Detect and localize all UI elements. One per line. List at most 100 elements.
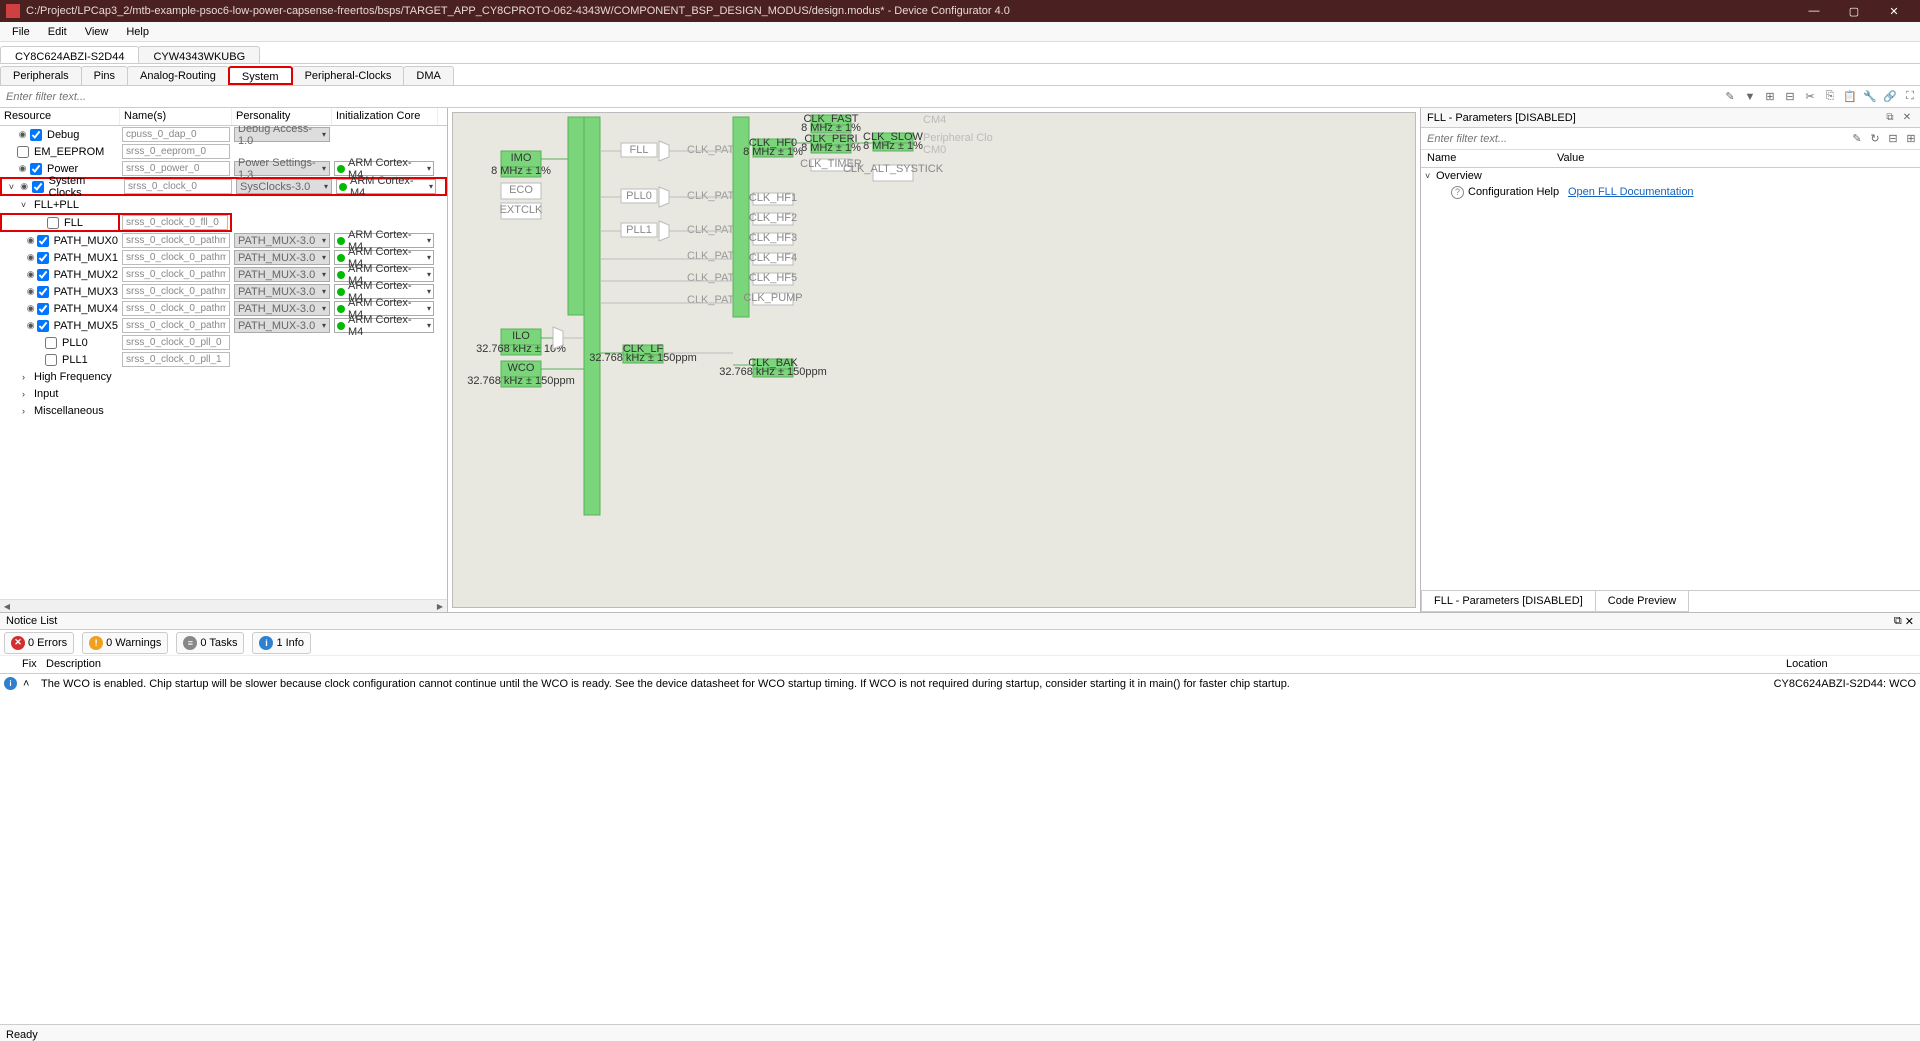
name-input[interactable] [122, 144, 230, 159]
expand-icon[interactable]: ˅ [6, 181, 17, 192]
tree-row-pll0[interactable]: PLL0 [0, 334, 447, 351]
personality-dropdown[interactable]: PATH_MUX-3.0▾ [234, 301, 330, 316]
enable-checkbox[interactable] [37, 252, 49, 264]
tab-peripherals[interactable]: Peripherals [0, 66, 82, 85]
minimize-button[interactable]: — [1794, 0, 1834, 22]
warnings-filter-button[interactable]: !0 Warnings [82, 632, 168, 654]
bottom-tab-params[interactable]: FLL - Parameters [DISABLED] [1421, 591, 1596, 612]
core-dropdown[interactable]: ARM Cortex-M4▾ [334, 318, 434, 333]
fit-icon[interactable]: ⛶ [1901, 88, 1919, 106]
enable-checkbox[interactable] [47, 217, 59, 229]
errors-filter-button[interactable]: ✕0 Errors [4, 632, 74, 654]
scroll-right-arrow[interactable]: ▶ [433, 601, 447, 612]
tree-row-system-clocks[interactable]: ˅◉System ClocksSysClocks-3.0▾ARM Cortex-… [0, 177, 447, 196]
col-personality[interactable]: Personality [232, 108, 332, 125]
paste-icon[interactable]: 📋 [1841, 88, 1859, 106]
filter-funnel-icon[interactable]: ▼ [1741, 88, 1759, 106]
filter-input[interactable] [0, 89, 1720, 105]
menu-file[interactable]: File [4, 24, 38, 40]
expand-icon[interactable] [19, 252, 25, 263]
expand-icon[interactable]: › [18, 388, 29, 399]
pop-out-icon[interactable]: ⧉ [1883, 111, 1897, 125]
notice-body[interactable]: i ˄ The WCO is enabled. Chip startup wil… [0, 674, 1920, 814]
expand-icon[interactable] [19, 269, 25, 280]
enable-checkbox[interactable] [45, 354, 57, 366]
notice-close-icon[interactable]: ✕ [1905, 615, 1914, 628]
tree-row-pll1[interactable]: PLL1 [0, 351, 447, 368]
notice-col-fix[interactable]: Fix [16, 656, 40, 673]
expand-icon[interactable] [32, 354, 43, 365]
tree-row-path-mux5[interactable]: ◉PATH_MUX5PATH_MUX-3.0▾ARM Cortex-M4▾ [0, 317, 447, 334]
name-input[interactable] [122, 250, 230, 265]
expand-icon[interactable]: › [18, 405, 29, 416]
enable-checkbox[interactable] [32, 181, 44, 193]
reset-icon[interactable]: ↻ [1866, 130, 1884, 148]
tree-row-input[interactable]: ›Input [0, 385, 447, 402]
menu-edit[interactable]: Edit [40, 24, 75, 40]
name-input[interactable] [122, 318, 230, 333]
h-scrollbar[interactable]: ◀ ▶ [0, 599, 447, 612]
tab-peripheral-clocks[interactable]: Peripheral-Clocks [292, 66, 405, 85]
tree-row-high-frequency[interactable]: ›High Frequency [0, 368, 447, 385]
tree-row-fll-pll[interactable]: ˅FLL+PLL [0, 196, 447, 213]
core-dropdown[interactable]: ARM Cortex-M4▾ [336, 179, 436, 194]
expand-icon[interactable] [32, 337, 43, 348]
expand-icon[interactable] [34, 217, 45, 228]
name-input[interactable] [122, 301, 230, 316]
name-input[interactable] [122, 127, 230, 142]
close-panel-icon[interactable]: ✕ [1900, 111, 1914, 125]
notice-popout-icon[interactable]: ⧉ [1894, 615, 1902, 628]
notice-col-desc[interactable]: Description [40, 656, 1780, 673]
close-button[interactable]: ✕ [1874, 0, 1914, 22]
clock-diagram[interactable]: IMO8 MHz ± 1% ECO EXTCLK ILO32.768 kHz ±… [452, 112, 1416, 608]
expand-icon[interactable] [19, 286, 25, 297]
expand-all-icon[interactable]: ⊞ [1761, 88, 1779, 106]
cut-icon[interactable]: ✂ [1801, 88, 1819, 106]
param-col-name[interactable]: Name [1421, 150, 1551, 167]
notice-row[interactable]: i ˄ The WCO is enabled. Chip startup wil… [0, 674, 1920, 693]
tree-row-debug[interactable]: ◉DebugDebug Access-1.0▾ [0, 126, 447, 143]
expand-icon[interactable] [19, 235, 25, 246]
personality-dropdown[interactable]: PATH_MUX-3.0▾ [234, 267, 330, 282]
tasks-filter-button[interactable]: ≡0 Tasks [176, 632, 244, 654]
name-input[interactable] [122, 267, 230, 282]
bottom-tab-code[interactable]: Code Preview [1595, 591, 1689, 612]
collapse-param-icon[interactable]: ⊟ [1884, 130, 1902, 148]
config-help-link[interactable]: Open FLL Documentation [1568, 186, 1694, 198]
locate-icon[interactable]: 🔗 [1881, 88, 1899, 106]
tab-pins[interactable]: Pins [81, 66, 128, 85]
expand-icon[interactable]: ˅ [18, 199, 29, 210]
enable-checkbox[interactable] [37, 286, 49, 298]
personality-dropdown[interactable]: PATH_MUX-3.0▾ [234, 318, 330, 333]
expand-param-icon[interactable]: ⊞ [1902, 130, 1920, 148]
parameters-body[interactable]: ˅ Overview ? Configuration Help Open FLL… [1421, 168, 1920, 590]
expand-icon[interactable] [4, 146, 15, 157]
expand-icon[interactable] [19, 320, 25, 331]
collapse-all-icon[interactable]: ⊟ [1781, 88, 1799, 106]
tree-row-miscellaneous[interactable]: ›Miscellaneous [0, 402, 447, 419]
enable-checkbox[interactable] [30, 163, 42, 175]
wrench-icon[interactable]: 🔧 [1861, 88, 1879, 106]
tree-body[interactable]: ◉DebugDebug Access-1.0▾EM_EEPROM◉PowerPo… [0, 126, 447, 599]
device-tab-1[interactable]: CYW4343WKUBG [138, 46, 260, 63]
name-input[interactable] [122, 233, 230, 248]
name-input[interactable] [122, 161, 230, 176]
col-names[interactable]: Name(s) [120, 108, 232, 125]
copy-icon[interactable]: ⎘ [1821, 88, 1839, 106]
personality-dropdown[interactable]: PATH_MUX-3.0▾ [234, 250, 330, 265]
menu-view[interactable]: View [77, 24, 117, 40]
maximize-button[interactable]: ▢ [1834, 0, 1874, 22]
enable-checkbox[interactable] [37, 269, 49, 281]
expand-icon[interactable] [4, 129, 15, 140]
chevron-down-icon[interactable]: ˅ [1425, 171, 1436, 181]
personality-dropdown[interactable]: Debug Access-1.0▾ [234, 127, 330, 142]
personality-dropdown[interactable]: PATH_MUX-3.0▾ [234, 284, 330, 299]
info-filter-button[interactable]: i1 Info [252, 632, 311, 654]
scroll-left-arrow[interactable]: ◀ [0, 601, 14, 612]
menu-help[interactable]: Help [118, 24, 157, 40]
personality-dropdown[interactable]: SysClocks-3.0▾ [236, 179, 332, 194]
clear-filter-icon[interactable]: ✎ [1721, 88, 1739, 106]
tab-system[interactable]: System [228, 66, 293, 85]
enable-checkbox[interactable] [30, 129, 42, 141]
param-overview-row[interactable]: ˅ Overview [1421, 168, 1920, 184]
